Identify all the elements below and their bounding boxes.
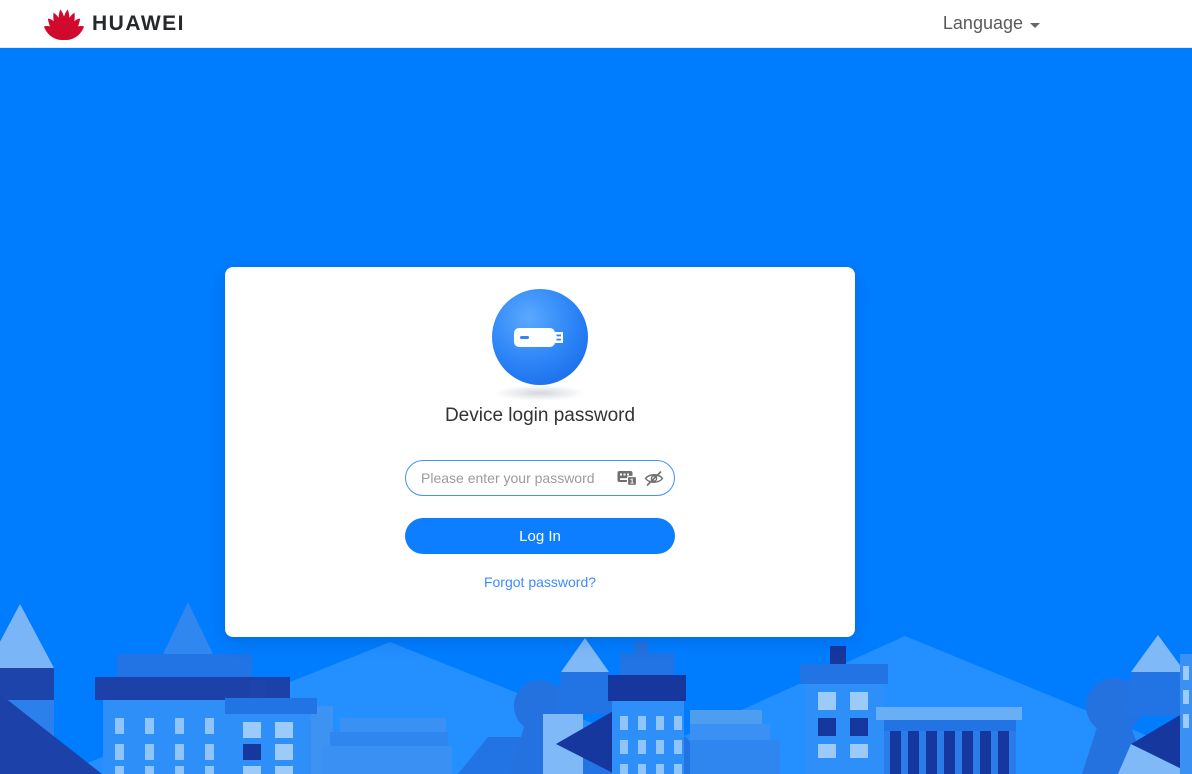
password-input[interactable] — [419, 469, 610, 487]
top-bar: HUAWEI Language — [0, 0, 1192, 48]
huawei-logo: HUAWEI — [44, 8, 185, 40]
language-label: Language — [942, 13, 1023, 33]
forgot-password-link[interactable]: Forgot password? — [484, 574, 596, 590]
password-field-wrapper: 1 — [405, 460, 675, 496]
page-title: Device login password — [444, 405, 636, 426]
login-card: Device login password 1 Lo — [225, 267, 855, 637]
svg-text:1: 1 — [630, 477, 634, 486]
language-dropdown[interactable]: Language — [943, 13, 1040, 34]
log-in-button[interactable]: Log In — [405, 518, 675, 554]
chevron-down-icon — [1030, 22, 1040, 28]
onscreen-keyboard-icon[interactable]: 1 — [617, 470, 637, 486]
forgot-password-row: Forgot password? — [225, 574, 855, 590]
brand-wordmark: HUAWEI — [92, 11, 185, 35]
usb-modem-icon — [514, 328, 563, 347]
login-page: HUAWEI Language Device login password Pl… — [0, 0, 1192, 774]
device-avatar — [492, 289, 588, 385]
password-hidden-eye-icon[interactable] — [644, 470, 664, 487]
device-icon-shadow — [494, 385, 586, 401]
huawei-logo-icon — [44, 8, 84, 40]
